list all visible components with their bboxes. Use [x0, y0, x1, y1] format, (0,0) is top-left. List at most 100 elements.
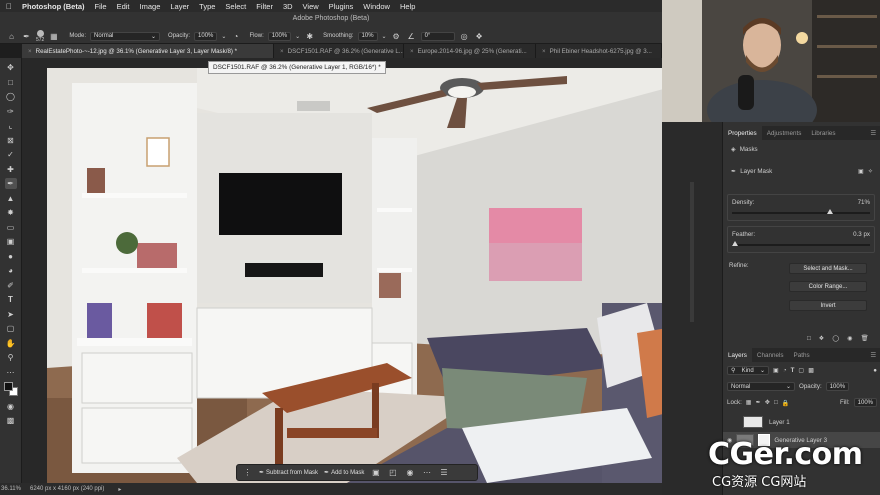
drag-handle-icon[interactable]: ⋮	[242, 467, 253, 478]
color-range-button[interactable]: Color Range...	[789, 281, 867, 292]
menu-edit[interactable]: Edit	[117, 2, 130, 11]
filter-type-icon[interactable]: T	[791, 367, 795, 374]
apply-mask-icon[interactable]: ❖	[819, 335, 825, 342]
panel-menu-icon[interactable]: ☰	[865, 126, 880, 140]
panel-menu-icon[interactable]: ☰	[865, 348, 880, 362]
foreground-color-swatch[interactable]	[3, 382, 13, 391]
tab-layers[interactable]: Layers	[723, 348, 752, 362]
density-slider[interactable]	[732, 209, 870, 214]
close-icon[interactable]: ×	[542, 48, 546, 55]
visibility-icon[interactable]: ◉	[404, 467, 415, 478]
close-icon[interactable]: ×	[280, 48, 284, 55]
tab-adjustments[interactable]: Adjustments	[762, 126, 807, 140]
filter-smart-icon[interactable]: ▩	[808, 367, 814, 374]
menu-filter[interactable]: Filter	[256, 2, 273, 11]
invert-button[interactable]: Invert	[789, 300, 867, 311]
frame-tool-icon[interactable]: ⊠	[5, 135, 17, 146]
filter-pixel-icon[interactable]: ▣	[773, 367, 779, 374]
menu-layer[interactable]: Layer	[170, 2, 189, 11]
dodge-tool-icon[interactable]: ◕	[5, 265, 17, 276]
menu-type[interactable]: Type	[199, 2, 215, 11]
zoom-tool-icon[interactable]: ⚲	[5, 352, 17, 363]
chevron-down-icon[interactable]: ⌄	[382, 33, 387, 40]
mask-edit-icon[interactable]: ▣	[370, 467, 381, 478]
menu-image[interactable]: Image	[140, 2, 161, 11]
load-selection-icon[interactable]: □	[807, 335, 811, 342]
menu-select[interactable]: Select	[225, 2, 246, 11]
blend-mode-select[interactable]: Normal ⌄	[727, 382, 795, 391]
rectangle-tool-icon[interactable]: ▢	[5, 323, 17, 334]
document-canvas[interactable]	[47, 68, 662, 483]
density-value[interactable]: 71%	[858, 199, 870, 206]
menu-window[interactable]: Window	[363, 2, 390, 11]
blur-tool-icon[interactable]: ●	[5, 251, 17, 262]
tab-realestate[interactable]: × RealEstatePhoto-~-12.jpg @ 36.1% (Gene…	[22, 44, 274, 58]
type-tool-icon[interactable]: T	[5, 294, 17, 305]
airbrush-icon[interactable]: ✱	[304, 31, 315, 42]
layer-row-layer1[interactable]: Layer 1	[723, 414, 880, 430]
brush-tool-icon[interactable]: ✒	[4, 178, 17, 189]
tab-paths[interactable]: Paths	[789, 348, 815, 362]
filter-toggle-icon[interactable]: ●	[873, 367, 877, 374]
flow-field[interactable]: 100%	[267, 31, 292, 41]
history-brush-tool-icon[interactable]: ✸	[5, 207, 17, 218]
lasso-tool-icon[interactable]: ◯	[5, 91, 17, 102]
status-arrow-icon[interactable]: ▸	[118, 486, 121, 493]
healing-tool-icon[interactable]: ✚	[5, 164, 17, 175]
brush-tool-icon[interactable]: ✒	[21, 31, 32, 42]
chevron-down-icon[interactable]: ⌄	[221, 33, 226, 40]
select-and-mask-button[interactable]: Select and Mask...	[789, 263, 867, 274]
tab-europe[interactable]: × Europe.2014-96.jpg @ 25% (Generati...	[404, 44, 536, 58]
density-slider-knob[interactable]	[826, 209, 833, 214]
move-tool-icon[interactable]: ✥	[5, 62, 17, 73]
eraser-tool-icon[interactable]: ▭	[5, 222, 17, 233]
color-swatches[interactable]	[3, 381, 19, 397]
close-icon[interactable]: ×	[410, 48, 414, 55]
lock-image-icon[interactable]: ✒	[756, 399, 761, 406]
tab-channels[interactable]: Channels	[752, 348, 789, 362]
tab-headshot[interactable]: × Phil Ebiner Headshot-6275.jpg @ 3...	[536, 44, 662, 58]
delete-icon[interactable]: 🗑	[861, 334, 869, 342]
zoom-level[interactable]: 36.11%	[0, 483, 22, 495]
feather-value[interactable]: 0.3 px	[853, 231, 870, 238]
tab-dscf1501[interactable]: × DSCF1501.RAF @ 36.2% (Generative L...	[274, 44, 404, 58]
hand-tool-icon[interactable]: ✋	[5, 338, 17, 349]
menu-3d[interactable]: 3D	[283, 2, 293, 11]
lock-transparent-icon[interactable]: ▦	[746, 399, 752, 406]
mode-select[interactable]: Normal ⌄	[90, 31, 161, 41]
layer-mask-row[interactable]: ✒ Layer Mask ▣ ✧	[731, 168, 873, 175]
smoothing-field[interactable]: 10%	[357, 31, 378, 41]
menu-plugins[interactable]: Plugins	[329, 2, 354, 11]
close-icon[interactable]: ×	[28, 48, 32, 55]
chevron-down-icon[interactable]: ⌄	[295, 33, 300, 40]
visibility-icon[interactable]: ◉	[847, 335, 852, 342]
feather-slider-knob[interactable]	[731, 241, 738, 246]
more-options-icon[interactable]: ⋯	[421, 467, 432, 478]
brush-preset-picker[interactable]: 572	[36, 29, 44, 43]
lock-all-icon[interactable]: 🔒	[782, 399, 790, 407]
marquee-tool-icon[interactable]: □	[5, 77, 17, 88]
brush-settings-icon[interactable]: ▦	[48, 31, 59, 42]
screen-mode-icon[interactable]: ▩	[5, 415, 17, 426]
lock-position-icon[interactable]: ✥	[765, 399, 770, 406]
add-to-mask-button[interactable]: ✒ Add to Mask	[324, 469, 364, 477]
canvas-area[interactable]	[22, 58, 662, 483]
gear-icon[interactable]: ⚙	[391, 31, 402, 42]
feather-slider[interactable]	[731, 241, 870, 246]
clone-stamp-tool-icon[interactable]: ▲	[5, 193, 17, 204]
invert-mask-icon[interactable]: ◰	[387, 467, 398, 478]
disable-mask-icon[interactable]: ◯	[832, 335, 839, 342]
quick-select-tool-icon[interactable]: ✑	[5, 106, 17, 117]
menu-view[interactable]: View	[303, 2, 319, 11]
filter-shape-icon[interactable]: ▢	[798, 367, 804, 374]
filter-adjustment-icon[interactable]: ◔	[783, 367, 787, 374]
gradient-tool-icon[interactable]: ▣	[5, 236, 17, 247]
tab-properties[interactable]: Properties	[723, 126, 762, 140]
subtract-from-mask-button[interactable]: ✒ Subtract from Mask	[259, 469, 318, 477]
apple-icon[interactable]: 	[6, 2, 12, 11]
settings-icon[interactable]: ☰	[438, 467, 449, 478]
pressure-size-icon[interactable]: ◎	[459, 31, 470, 42]
fill-field[interactable]: 100%	[853, 398, 877, 407]
symmetry-icon[interactable]: ❖	[474, 31, 485, 42]
more-tools-icon[interactable]: ⋯	[5, 367, 17, 378]
